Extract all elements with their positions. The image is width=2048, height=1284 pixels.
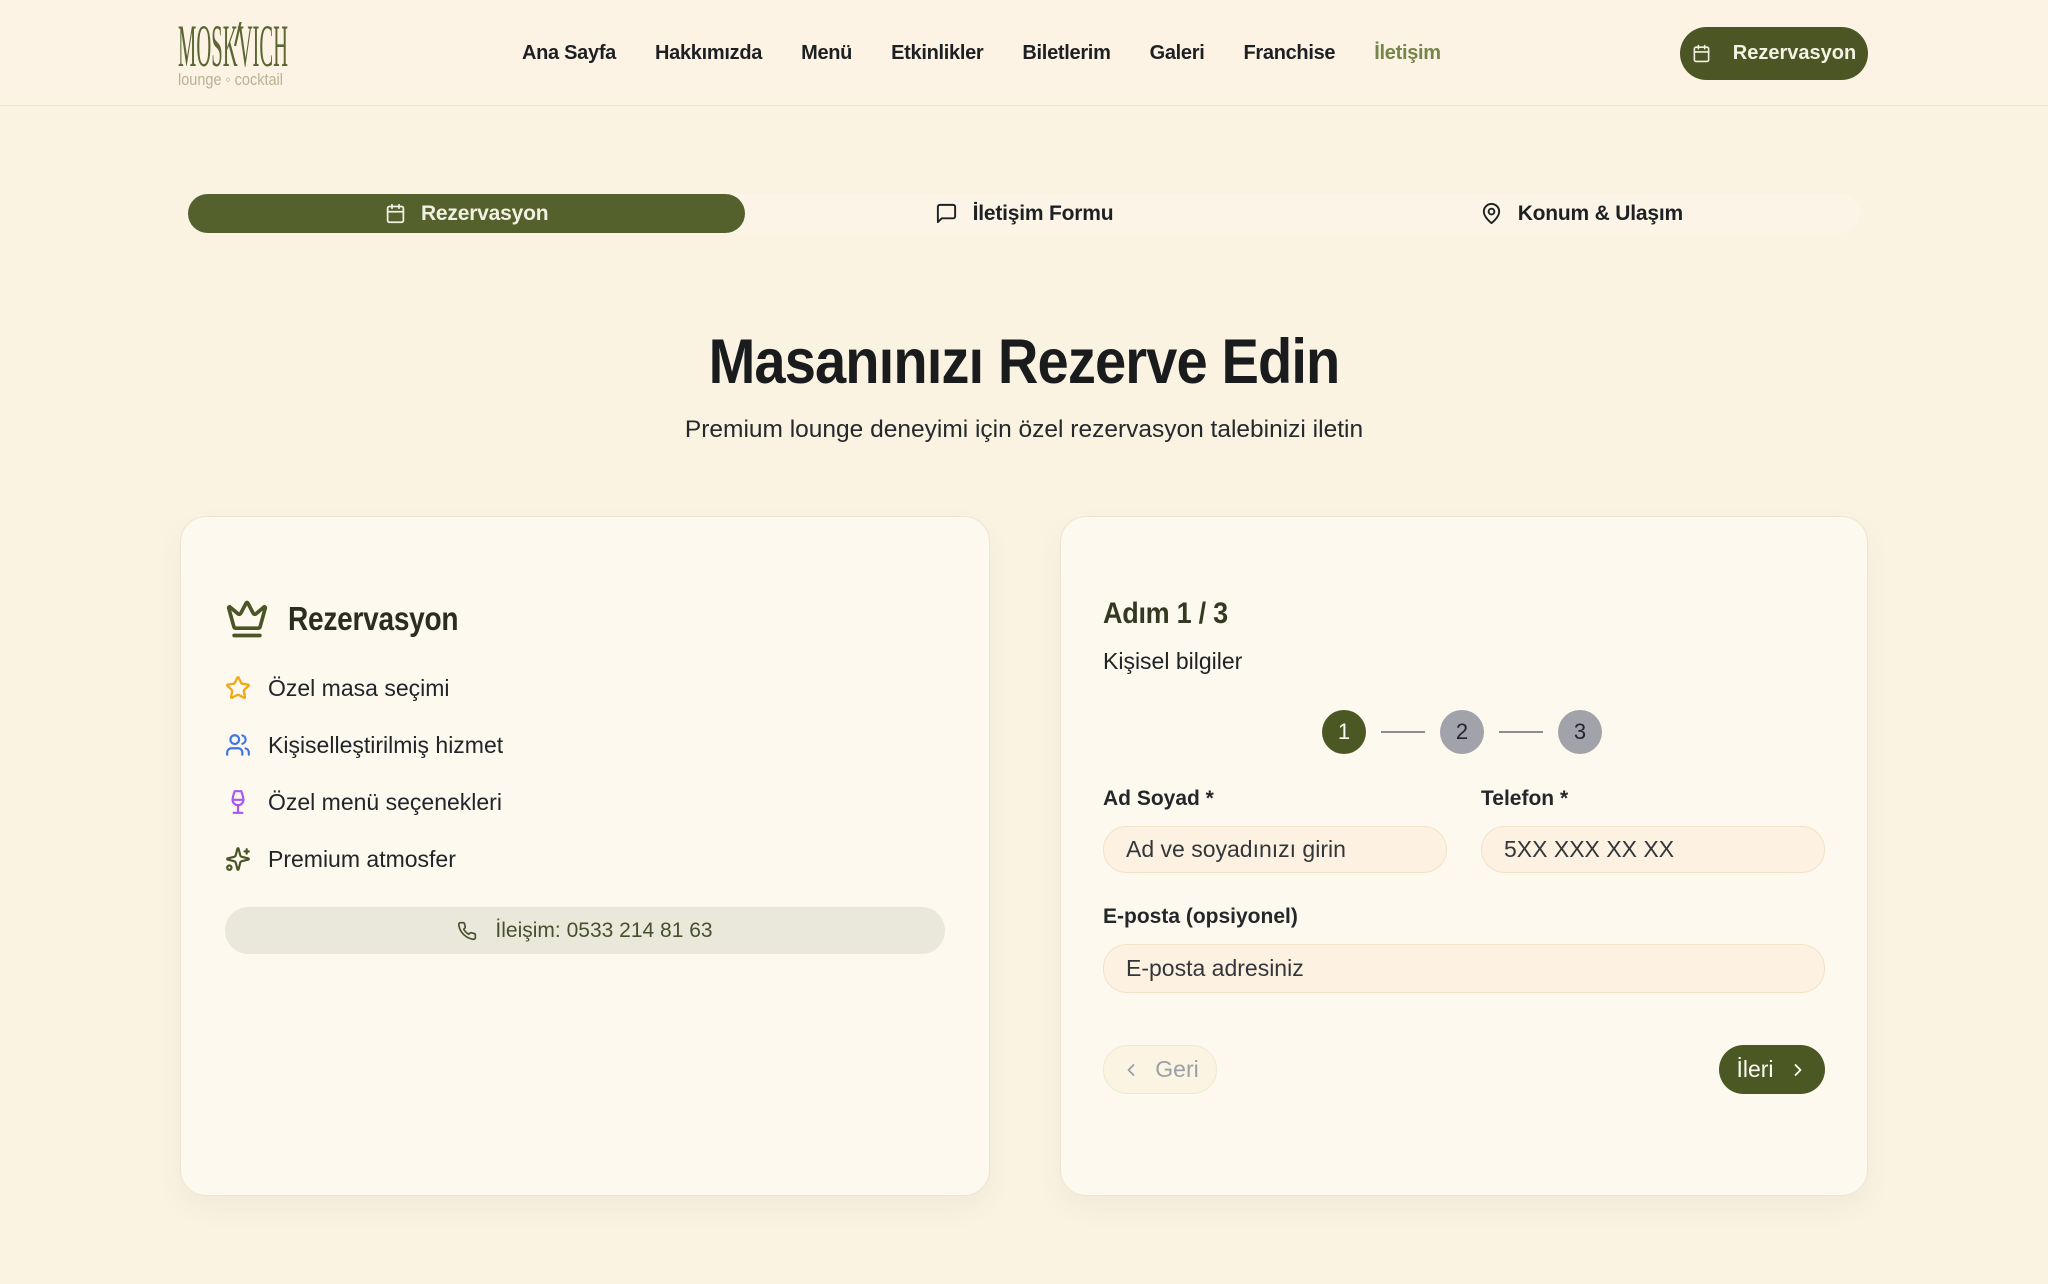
svg-text:lounge ◦ cocktail: lounge ◦ cocktail (178, 70, 283, 89)
